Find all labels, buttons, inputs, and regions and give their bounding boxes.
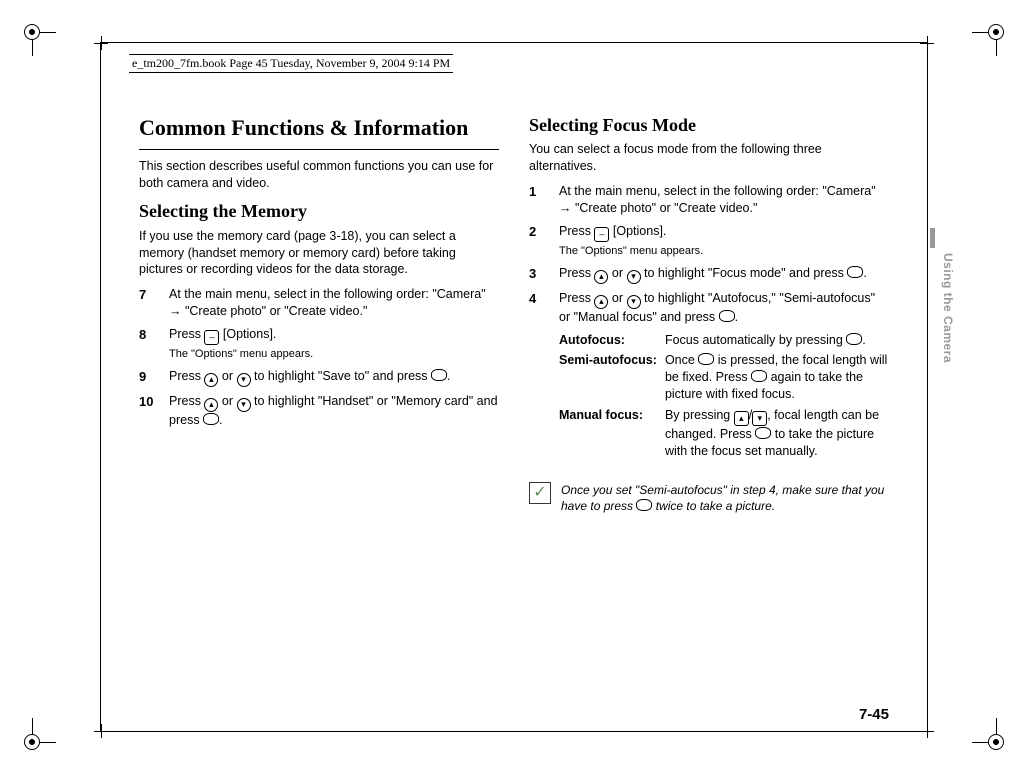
inner-crop-tl: [93, 35, 109, 51]
step-3: 3 Press ▴ or ▾ to highlight "Focus mode"…: [529, 265, 889, 284]
note-text: Once you set "Semi-autofocus" in step 4,…: [561, 482, 889, 514]
crop-mark-bl: [12, 722, 52, 762]
left-column: Common Functions & Information This sect…: [139, 113, 499, 701]
nav-up-icon: ▴: [204, 398, 218, 412]
step-text: Press ▴ or ▾ to highlight "Save to" and …: [169, 368, 499, 387]
softkey-icon: –: [594, 227, 609, 242]
up-key-icon: ▴: [734, 411, 749, 426]
step-2: 2 Press – [Options]. The "Options" menu …: [529, 223, 889, 259]
step-number: 10: [139, 393, 157, 429]
inner-crop-tr: [919, 35, 935, 51]
step-number: 4: [529, 290, 547, 326]
nav-up-icon: ▴: [204, 373, 218, 387]
step-text: At the main menu, select in the followin…: [559, 183, 889, 217]
center-key-icon: [755, 427, 771, 439]
def-desc: Focus automatically by pressing .: [665, 332, 889, 353]
subsection-title: Selecting Focus Mode: [529, 113, 889, 137]
step-text: Press – [Options]. The "Options" menu ap…: [559, 223, 889, 259]
nav-down-icon: ▾: [237, 398, 251, 412]
side-tab-bar: [930, 228, 935, 248]
center-key-icon: [636, 499, 652, 511]
nav-up-icon: ▴: [594, 295, 608, 309]
center-key-icon: [846, 333, 862, 345]
step-note: The "Options" menu appears.: [169, 347, 499, 362]
def-term: Semi-autofocus:: [559, 352, 665, 407]
def-autofocus: Autofocus: Focus automatically by pressi…: [559, 332, 889, 353]
checkmark-icon: ✓: [529, 482, 551, 504]
nav-up-icon: ▴: [594, 270, 608, 284]
center-key-icon: [431, 369, 447, 381]
page-number: 7-45: [859, 706, 889, 723]
step-1: 1 At the main menu, select in the follow…: [529, 183, 889, 217]
side-tab-label: Using the Camera: [941, 253, 955, 363]
focus-definitions: Autofocus: Focus automatically by pressi…: [559, 332, 889, 464]
step-number: 8: [139, 326, 157, 362]
page-header: e_tm200_7fm.book Page 45 Tuesday, Novemb…: [129, 53, 453, 74]
page-frame: e_tm200_7fm.book Page 45 Tuesday, Novemb…: [100, 42, 928, 732]
section-title: Common Functions & Information: [139, 113, 499, 143]
tip-note: ✓ Once you set "Semi-autofocus" in step …: [529, 482, 889, 514]
crop-mark-br: [976, 722, 1016, 762]
nav-down-icon: ▾: [627, 270, 641, 284]
step-10: 10 Press ▴ or ▾ to highlight "Handset" o…: [139, 393, 499, 429]
down-key-icon: ▾: [752, 411, 767, 426]
step-number: 2: [529, 223, 547, 259]
title-rule: [139, 149, 499, 150]
step-text: Press ▴ or ▾ to highlight "Autofocus," "…: [559, 290, 889, 326]
def-manualfocus: Manual focus: By pressing ▴/▾, focal len…: [559, 407, 889, 464]
subsection-intro: You can select a focus mode from the fol…: [529, 141, 889, 175]
crop-mark-tl: [12, 12, 52, 52]
subsection-intro: If you use the memory card (page 3-18), …: [139, 228, 499, 279]
center-key-icon: [203, 413, 219, 425]
center-key-icon: [751, 370, 767, 382]
def-desc: By pressing ▴/▾, focal length can be cha…: [665, 407, 889, 464]
step-4: 4 Press ▴ or ▾ to highlight "Autofocus,"…: [529, 290, 889, 326]
step-text: Press ▴ or ▾ to highlight "Focus mode" a…: [559, 265, 889, 284]
content-area: Common Functions & Information This sect…: [139, 113, 889, 701]
step-text: Press ▴ or ▾ to highlight "Handset" or "…: [169, 393, 499, 429]
step-note: The "Options" menu appears.: [559, 244, 889, 259]
step-text: Press – [Options]. The "Options" menu ap…: [169, 326, 499, 362]
section-intro: This section describes useful common fun…: [139, 158, 499, 192]
center-key-icon: [698, 353, 714, 365]
inner-crop-bl: [93, 723, 109, 739]
nav-down-icon: ▾: [237, 373, 251, 387]
step-8: 8 Press – [Options]. The "Options" menu …: [139, 326, 499, 362]
center-key-icon: [719, 310, 735, 322]
step-9: 9 Press ▴ or ▾ to highlight "Save to" an…: [139, 368, 499, 387]
step-text: At the main menu, select in the followin…: [169, 286, 499, 320]
step-number: 1: [529, 183, 547, 217]
center-key-icon: [847, 266, 863, 278]
right-column: Selecting Focus Mode You can select a fo…: [529, 113, 889, 701]
crop-mark-tr: [976, 12, 1016, 52]
inner-crop-br: [919, 723, 935, 739]
nav-down-icon: ▾: [627, 295, 641, 309]
step-number: 7: [139, 286, 157, 320]
step-number: 9: [139, 368, 157, 387]
header-text: e_tm200_7fm.book Page 45 Tuesday, Novemb…: [129, 56, 453, 70]
step-7: 7 At the main menu, select in the follow…: [139, 286, 499, 320]
def-term: Autofocus:: [559, 332, 665, 353]
def-semiautofocus: Semi-autofocus: Once is pressed, the foc…: [559, 352, 889, 407]
softkey-icon: –: [204, 330, 219, 345]
subsection-title: Selecting the Memory: [139, 199, 499, 223]
step-number: 3: [529, 265, 547, 284]
def-desc: Once is pressed, the focal length will b…: [665, 352, 889, 407]
def-term: Manual focus:: [559, 407, 665, 464]
